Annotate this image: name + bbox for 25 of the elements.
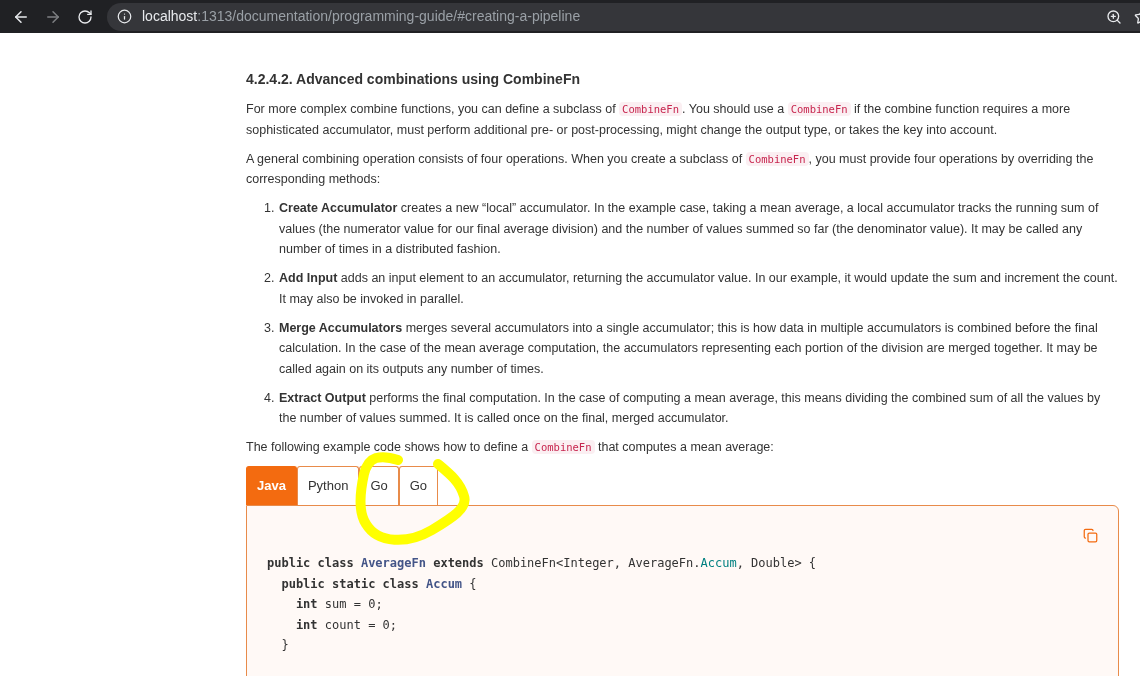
language-tab[interactable]: Go bbox=[398, 466, 439, 505]
list-number: 1. bbox=[264, 200, 276, 217]
language-tab[interactable]: Python bbox=[296, 466, 360, 505]
list-item-text: Create Accumulator creates a new “local” accumulator. In the example case, taking a mean average, a local accumulator tracks the running sum of values (the numerator value for our final average division) and the number of values summed so far (the denominator value). It may be called any number of times in a distributed fashion. bbox=[279, 200, 1100, 258]
list-item-text: Extract Output performs the final computation. In the case of computing a mean average, this means dividing the combined sum of all the values by the number of values summed. It is called once on the final, merged accumulator. bbox=[279, 389, 1102, 427]
paragraph: For more complex combine functions, you can define a subclass of CombineFn . You should use a CombineFn if the combine function requires a more sophisticated accumulator, must perform additional pre- or post-processing, might change the output type, or takes the key into account. bbox=[246, 101, 1072, 139]
list-number: 4. bbox=[264, 389, 276, 407]
info-icon[interactable] bbox=[117, 9, 132, 24]
reload-icon[interactable] bbox=[77, 8, 93, 25]
list-item-text: Merge Accumulators merges several accumulators into a single accumulator; this is how data in multiple accumulators is combined before the final calculation. In the case of the mean average computation, the accumulators representing each portion of the division are merged together. It may be called again on its outputs any number of times. bbox=[279, 319, 1099, 378]
code-line: public class AverageFn extends CombineFn<Integer, AverageFn.Accum, Double> { bbox=[267, 555, 818, 572]
address-bar[interactable]: localhost:1313/documentation/programming-guide/#creating-a-pipeline bbox=[107, 2, 1140, 31]
code-line: int count = 0; bbox=[294, 616, 399, 634]
paragraph: A general combining operation consists of four operations. When you create a subclass of CombineFn , you must provide four operations by overriding the corresponding methods: bbox=[246, 150, 1095, 188]
list-item-text: Add Input adds an input element to an accumulator, returning the accumulator value. In our example, it would update the sum and increment the count. It may also be invoked in parallel. bbox=[279, 270, 1119, 308]
code-line: public static class Accum { bbox=[280, 575, 478, 593]
list-number: 2. bbox=[264, 270, 276, 287]
copy-icon[interactable] bbox=[1083, 528, 1098, 543]
section-heading: 4.2.4.2. Advanced combinations using CombineFn bbox=[246, 70, 581, 89]
zoom-icon[interactable] bbox=[1106, 8, 1122, 25]
url-text: localhost:1313/documentation/programming-guide/#creating-a-pipeline bbox=[142, 7, 581, 26]
list-number: 3. bbox=[264, 319, 276, 337]
paragraph: The following example code shows how to define a CombineFn that computes a mean average: bbox=[246, 439, 775, 456]
code-line: } bbox=[280, 637, 290, 654]
code-line: int sum = 0; bbox=[294, 596, 384, 613]
